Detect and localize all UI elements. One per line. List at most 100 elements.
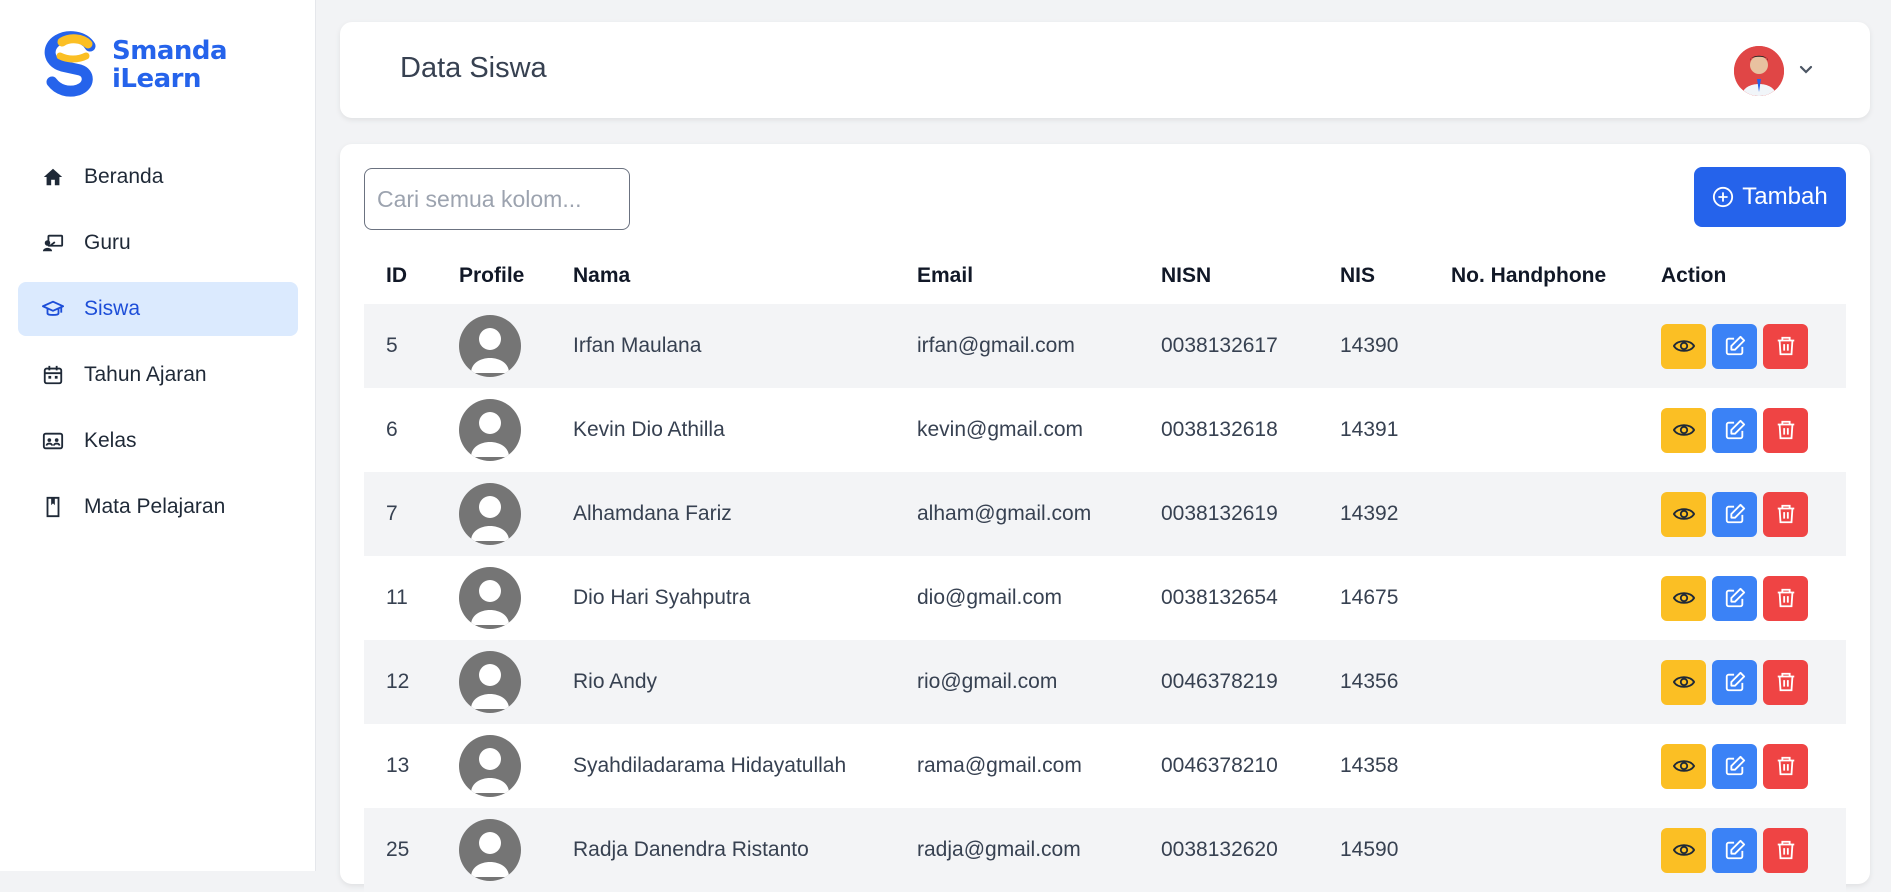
sidebar-item-guru[interactable]: Guru [18, 216, 298, 270]
eye-icon [1672, 592, 1695, 604]
cell-nis: 14358 [1340, 754, 1399, 777]
sidebar-item-mata-pelajaran[interactable]: Mata Pelajaran [18, 480, 298, 534]
sidebar-item-label: Mata Pelajaran [84, 495, 226, 518]
view-button[interactable] [1661, 491, 1706, 537]
trash-icon [1777, 756, 1794, 776]
cell-email: rio@gmail.com [917, 670, 1058, 693]
column-header-phone[interactable]: No. Handphone [1451, 248, 1661, 304]
column-header-nis[interactable]: NIS [1340, 248, 1451, 304]
trash-icon [1777, 588, 1794, 608]
cell-phone [1451, 388, 1661, 472]
edit-icon [1725, 839, 1745, 860]
sidebar-item-tahun-ajaran[interactable]: Tahun Ajaran [18, 348, 298, 402]
table-row: 6 Kevin Dio Athilla kevin@gmail.com 0038… [364, 388, 1846, 472]
home-icon [42, 166, 64, 188]
column-header-email[interactable]: Email [917, 248, 1161, 304]
row-actions [1661, 827, 1846, 873]
chevron-down-icon[interactable] [1796, 60, 1816, 80]
profile-avatar-icon [459, 567, 521, 629]
view-button[interactable] [1661, 575, 1706, 621]
row-actions [1661, 659, 1846, 705]
cell-id: 25 [386, 838, 410, 861]
cell-email: rama@gmail.com [917, 754, 1082, 777]
cell-nis: 14392 [1340, 502, 1399, 525]
view-button[interactable] [1661, 743, 1706, 789]
cell-phone [1451, 808, 1661, 892]
edit-icon [1725, 755, 1745, 776]
column-header-nisn[interactable]: NISN [1161, 248, 1340, 304]
view-button[interactable] [1661, 323, 1706, 369]
delete-button[interactable] [1763, 575, 1808, 621]
sidebar-item-label: Siswa [84, 297, 141, 320]
column-header-profile[interactable]: Profile [459, 248, 573, 304]
cell-profile [459, 640, 573, 724]
cell-profile [459, 808, 573, 892]
cell-nama: Irfan Maulana [573, 334, 702, 357]
table-row: 11 Dio Hari Syahputra dio@gmail.com 0038… [364, 556, 1846, 640]
add-button-label: Tambah [1742, 183, 1828, 210]
table-row: 5 Irfan Maulana irfan@gmail.com 00381326… [364, 304, 1846, 388]
view-button[interactable] [1661, 827, 1706, 873]
cell-nama: Syahdiladarama Hidayatullah [573, 754, 847, 777]
column-header-action: Action [1661, 264, 1727, 287]
delete-button[interactable] [1763, 323, 1808, 369]
column-header-id[interactable]: ID [364, 248, 459, 304]
edit-icon [1725, 587, 1745, 608]
row-actions [1661, 407, 1846, 453]
sidebar-item-siswa[interactable]: Siswa [18, 282, 298, 336]
cell-nama: Radja Danendra Ristanto [573, 838, 809, 861]
edit-button[interactable] [1712, 407, 1757, 453]
cell-actions [1661, 472, 1846, 556]
user-avatar[interactable] [1734, 46, 1784, 96]
cell-email: irfan@gmail.com [917, 334, 1075, 357]
sidebar-item-beranda[interactable]: Beranda [18, 150, 298, 204]
delete-button[interactable] [1763, 743, 1808, 789]
logo-icon [44, 31, 96, 97]
add-button[interactable]: Tambah [1694, 167, 1846, 227]
table-row: 7 Alhamdana Fariz alham@gmail.com 003813… [364, 472, 1846, 556]
profile-avatar-icon [459, 315, 521, 377]
row-actions [1661, 575, 1846, 621]
cell-email: dio@gmail.com [917, 586, 1063, 609]
view-button[interactable] [1661, 659, 1706, 705]
cell-profile [459, 472, 573, 556]
cell-nis: 14356 [1340, 670, 1399, 693]
cell-profile [459, 556, 573, 640]
book-icon [42, 496, 64, 518]
cell-id: 12 [386, 670, 410, 693]
edit-icon [1725, 419, 1745, 440]
edit-button[interactable] [1712, 575, 1757, 621]
trash-icon [1777, 420, 1794, 440]
edit-button[interactable] [1712, 743, 1757, 789]
view-button[interactable] [1661, 407, 1706, 453]
cell-nisn: 0046378219 [1161, 670, 1278, 693]
eye-icon [1672, 676, 1695, 688]
edit-icon [1725, 503, 1745, 524]
delete-button[interactable] [1763, 491, 1808, 537]
sidebar-item-kelas[interactable]: Kelas [18, 414, 298, 468]
brand-line-1: Smanda [112, 36, 228, 66]
search-input[interactable] [364, 168, 630, 230]
cell-nama: Rio Andy [573, 670, 658, 693]
cell-nama: Alhamdana Fariz [573, 502, 732, 525]
delete-button[interactable] [1763, 407, 1808, 453]
cell-nis: 14391 [1340, 418, 1399, 441]
edit-button[interactable] [1712, 323, 1757, 369]
sidebar: Smanda iLearn Beranda Guru Siswa Tahun A… [0, 0, 316, 871]
plus-circle-icon [1713, 186, 1734, 208]
cell-email: kevin@gmail.com [917, 418, 1084, 441]
edit-button[interactable] [1712, 491, 1757, 537]
edit-button[interactable] [1712, 827, 1757, 873]
delete-button[interactable] [1763, 659, 1808, 705]
sidebar-nav: Beranda Guru Siswa Tahun Ajaran Kelas Ma… [18, 150, 298, 546]
edit-button[interactable] [1712, 659, 1757, 705]
edit-icon [1725, 335, 1745, 356]
trash-icon [1777, 336, 1794, 356]
cell-phone [1451, 640, 1661, 724]
column-header-nama[interactable]: Nama [573, 248, 917, 304]
eye-icon [1672, 340, 1695, 352]
app-logo[interactable]: Smanda iLearn [38, 30, 228, 100]
sidebar-item-label: Beranda [84, 165, 164, 188]
profile-avatar-icon [459, 483, 521, 545]
delete-button[interactable] [1763, 827, 1808, 873]
